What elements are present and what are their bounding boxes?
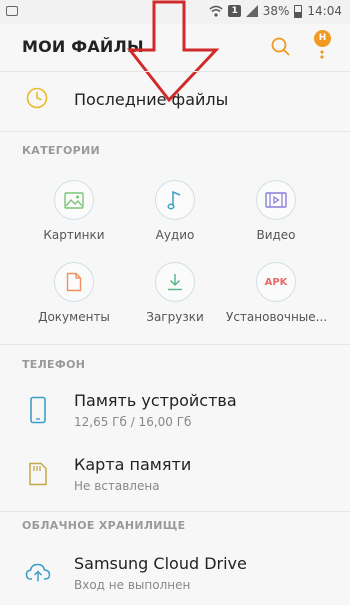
category-images[interactable]: Картинки [24, 180, 124, 242]
section-header-phone: ТЕЛЕФОН [22, 358, 86, 371]
category-audio[interactable]: Аудио [125, 180, 225, 242]
category-documents[interactable]: Документы [24, 262, 124, 324]
section-header-cloud: ОБЛАЧНОЕ ХРАНИЛИЩЕ [22, 519, 186, 532]
recent-files-label: Последние файлы [74, 90, 229, 109]
sd-card-icon [29, 462, 47, 486]
device-storage-item[interactable]: Память устройства 12,65 Гб / 16,00 Гб [0, 384, 350, 442]
battery-percent: 38% [262, 4, 290, 18]
category-label: Картинки [43, 228, 105, 242]
category-label: Аудио [155, 228, 195, 242]
divider [0, 71, 350, 72]
sd-card-title: Карта памяти [74, 455, 192, 474]
category-downloads[interactable]: Загрузки [125, 262, 225, 324]
cloud-upload-icon [25, 563, 51, 582]
notification-button[interactable]: Н [310, 30, 331, 64]
divider [0, 511, 350, 512]
category-label: Загрузки [146, 310, 204, 324]
image-icon [6, 6, 18, 16]
music-note-icon [155, 180, 195, 220]
samsung-cloud-title: Samsung Cloud Drive [74, 554, 247, 573]
status-time: 14:04 [307, 4, 342, 18]
divider [0, 344, 350, 345]
image-icon [54, 180, 94, 220]
divider [0, 131, 350, 132]
status-icons: 1 38% 14:04 [209, 4, 342, 18]
category-installers[interactable]: APK Установочные... [226, 262, 328, 324]
category-video[interactable]: Видео [226, 180, 326, 242]
phone-icon [30, 396, 46, 424]
device-storage-title: Память устройства [74, 391, 237, 410]
sim-icon: 1 [228, 5, 241, 17]
category-label: Установочные... [226, 310, 328, 324]
category-label: Видео [256, 228, 296, 242]
recent-files-item[interactable]: Последние файлы [0, 75, 350, 123]
search-icon[interactable] [270, 36, 292, 58]
sd-card-item[interactable]: Карта памяти Не вставлена [0, 448, 350, 506]
more-options-icon [320, 50, 324, 59]
download-icon [155, 262, 195, 302]
category-label: Документы [38, 310, 110, 324]
section-header-categories: КАТЕГОРИИ [22, 144, 101, 157]
battery-icon [294, 4, 303, 18]
signal-icon [245, 5, 258, 17]
video-icon [256, 180, 296, 220]
samsung-cloud-status: Вход не выполнен [74, 578, 191, 592]
apk-icon: APK [256, 262, 296, 302]
device-storage-usage: 12,65 Гб / 16,00 Гб [74, 415, 192, 429]
samsung-cloud-item[interactable]: Samsung Cloud Drive Вход не выполнен [0, 547, 350, 605]
sd-card-status: Не вставлена [74, 479, 160, 493]
document-icon [54, 262, 94, 302]
clock-icon [26, 87, 48, 109]
